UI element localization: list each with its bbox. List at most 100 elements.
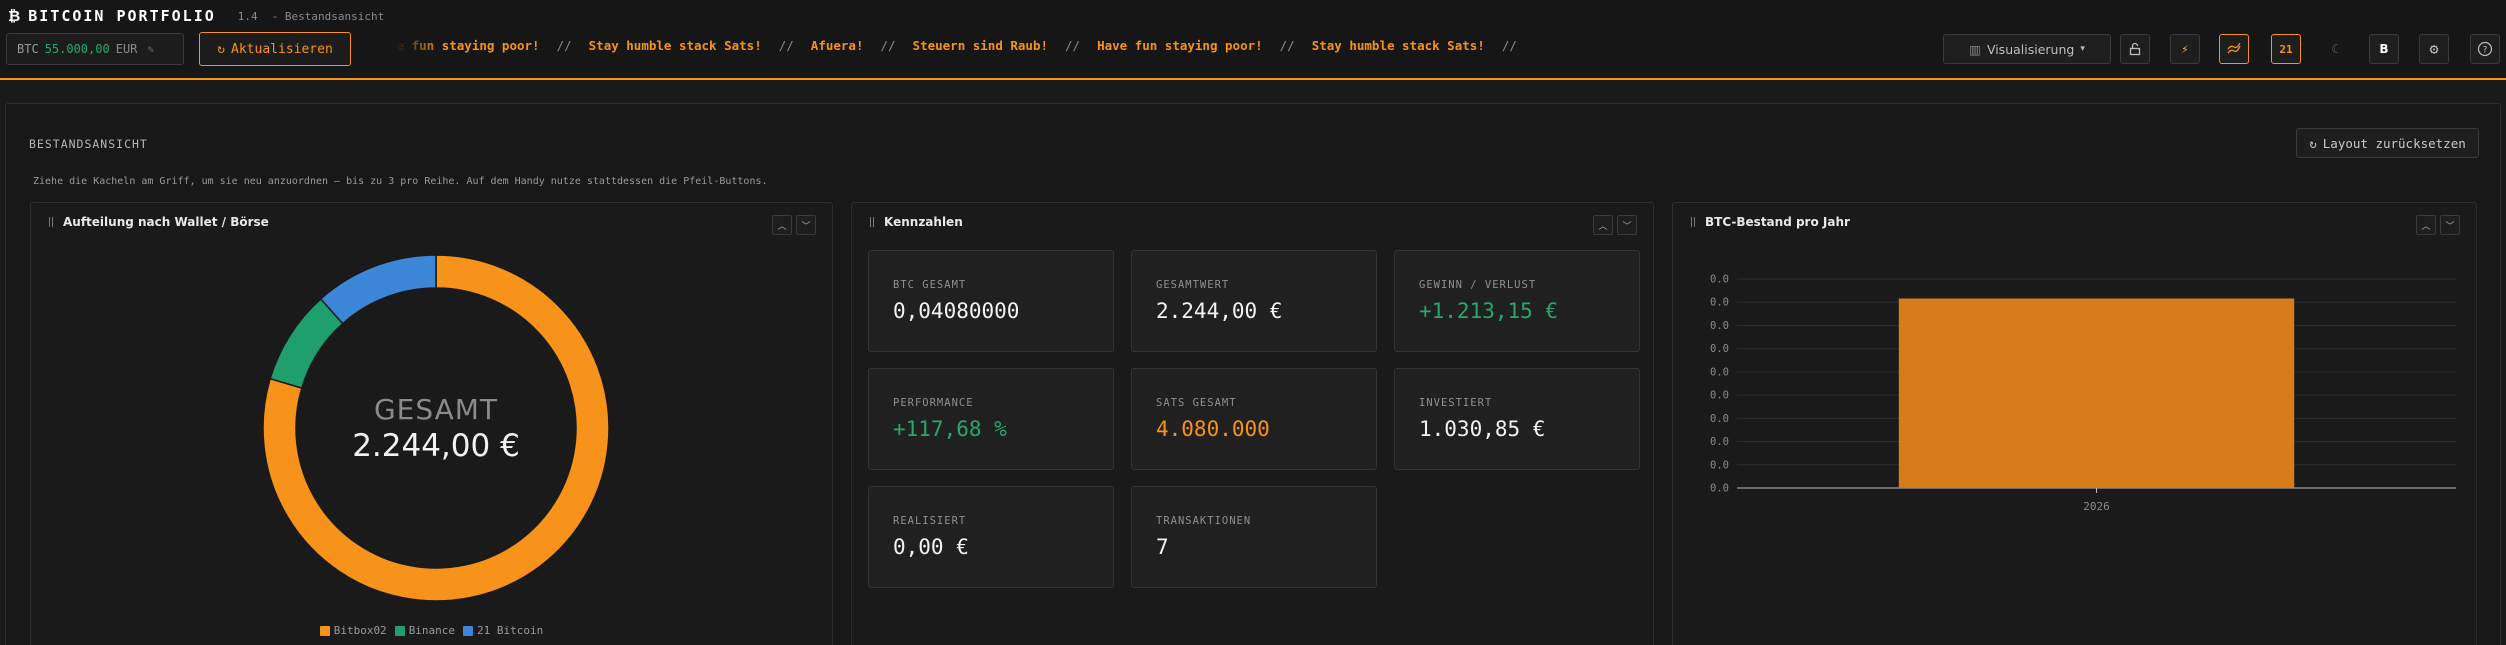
donut-legend: Bitbox02 Binance 21 Bitcoin (31, 624, 832, 637)
kpi-value: 7 (1156, 535, 1169, 559)
reset-layout-button[interactable]: ↻ Layout zurücksetzen (2296, 128, 2479, 158)
help-icon: ? (2477, 41, 2493, 57)
ticker-item: Stay humble stack Sats! (1311, 38, 1485, 53)
main-panel: BESTANDSANSICHT Ziehe die Kacheln am Gri… (5, 103, 2501, 645)
allocation-title: Aufteilung nach Wallet / Börse (63, 215, 269, 229)
y-tick-label: 0.0 (1710, 297, 1729, 309)
lightning-icon: ⚡ (2181, 42, 2189, 56)
reset-icon: ↻ (2309, 135, 2317, 151)
kpi-label: SATS GESAMT (1156, 397, 1237, 409)
move-up-button[interactable]: ︿ (1593, 215, 1613, 235)
x-tick-label: 2026 (2083, 500, 2110, 513)
ticker-separator: // (880, 38, 896, 53)
kpi-tile: INVESTIERT 1.030,85 € (1394, 368, 1640, 470)
settings-button[interactable]: ⚙ (2419, 34, 2449, 64)
price-currency: EUR (115, 42, 138, 56)
y-tick-label: 0.0 (1710, 390, 1729, 402)
kpi-value: +1.213,15 € (1419, 299, 1559, 323)
kpi-label: PERFORMANCE (893, 397, 974, 409)
app-title: BITCOIN PORTFOLIO (28, 7, 216, 25)
drag-handle-icon[interactable] (1691, 217, 1695, 227)
legend-label: Binance (408, 624, 456, 637)
heat-button[interactable] (2219, 34, 2249, 64)
chart-title: BTC-Bestand pro Jahr (1705, 215, 1850, 229)
kpi-title: Kennzahlen (884, 215, 963, 229)
y-tick-label: 0.0 (1710, 483, 1729, 495)
move-up-button[interactable]: ︿ (2416, 215, 2436, 235)
move-down-button[interactable]: ﹀ (1617, 215, 1637, 235)
top-bar: ₿ BITCOIN PORTFOLIO 1.4 - Bestandsansich… (0, 0, 2506, 80)
brand: ₿ BITCOIN PORTFOLIO 1.4 - Bestandsansich… (8, 6, 384, 26)
moon-icon: ☾ (2331, 42, 2339, 56)
card-header: Aufteilung nach Wallet / Börse (31, 203, 832, 241)
section-title: BESTANDSANSICHT (29, 137, 148, 151)
chart-icon: ▥ (1969, 41, 1981, 57)
legend-label: 21 Bitcoin (477, 624, 544, 637)
allocation-card: Aufteilung nach Wallet / Börse ︿ ﹀ GESAM… (30, 202, 833, 645)
ticker-item: Have fun staying poor! (1097, 38, 1263, 53)
move-up-button[interactable]: ︿ (772, 215, 792, 235)
kpi-value: 2.244,00 € (1156, 299, 1283, 323)
refresh-label: Aktualisieren (231, 41, 333, 57)
layout-hint: Ziehe die Kacheln am Griff, um sie neu a… (33, 176, 768, 187)
card-arrows: ︿ ﹀ (772, 215, 816, 235)
help-button[interactable]: ? (2470, 34, 2500, 64)
ticker-separator: // (1279, 38, 1295, 53)
reset-layout-label: Layout zurücksetzen (2322, 135, 2466, 151)
ticker-separator: // (1501, 38, 1517, 53)
refresh-button[interactable]: ↻ Aktualisieren (199, 32, 351, 66)
y-tick-label: 0.0 (1710, 320, 1729, 332)
refresh-icon: ↻ (217, 41, 226, 57)
y-tick-label: 0.0 (1710, 343, 1729, 355)
legend-item: 21 Bitcoin (463, 624, 543, 637)
svg-text:?: ? (2483, 46, 2488, 56)
visualization-label: Visualisierung (1986, 41, 2075, 57)
kpi-label: INVESTIERT (1419, 397, 1493, 409)
ticker-separator: // (778, 38, 794, 53)
move-down-button[interactable]: ﹀ (796, 215, 816, 235)
legend-label: Bitbox02 (333, 624, 387, 637)
current-view-label: - Bestandsansicht (271, 9, 385, 23)
twenty-one-button[interactable]: 21 (2271, 34, 2301, 64)
kpi-label: GEWINN / VERLUST (1419, 279, 1537, 291)
ticker-item: Steuern sind Raub! (912, 38, 1049, 53)
kpi-value: 4.080.000 (1156, 417, 1270, 441)
card-arrows: ︿ ﹀ (2416, 215, 2460, 235)
kpi-tile: GEWINN / VERLUST +1.213,15 € (1394, 250, 1640, 352)
y-tick-label: 0.0 (1710, 366, 1729, 378)
kpi-tile: BTC GESAMT 0,04080000 (868, 250, 1114, 352)
gear-icon: ⚙ (2429, 40, 2439, 58)
kpi-tile: SATS GESAMT 4.080.000 (1131, 368, 1377, 470)
kpi-label: TRANSAKTIONEN (1156, 515, 1252, 527)
kpi-value: 0,04080000 (893, 299, 1020, 323)
btc-per-year-card: BTC-Bestand pro Jahr ︿ ﹀ 0.0 0.0 0.0 0.0 0.0… (1672, 202, 2477, 645)
b-button[interactable]: B (2369, 34, 2399, 64)
visualization-dropdown[interactable]: ▥ Visualisierung ▾ (1943, 34, 2111, 64)
btc-price-field[interactable]: BTC 55.000,00 EUR ✎ (6, 33, 184, 65)
kpi-value: 1.030,85 € (1419, 417, 1546, 441)
kpi-value: 0,00 € (893, 535, 969, 559)
ticker-fade (374, 38, 444, 60)
dark-mode-button[interactable]: ☾ (2320, 34, 2350, 64)
ticker-separator: // (1065, 38, 1081, 53)
legend-swatch (463, 625, 474, 636)
lock-button[interactable] (2120, 34, 2150, 64)
kpi-tile: REALISIERT 0,00 € (868, 486, 1114, 588)
card-header: Kennzahlen (852, 203, 1653, 241)
kpi-label: BTC GESAMT (893, 279, 967, 291)
donut-slice[interactable] (319, 254, 437, 325)
ticker-item: Afuera! (810, 38, 864, 53)
ticker-track: Have fun staying poor! // Stay humble stac… (374, 38, 1524, 53)
btc-per-year-chart: 0.0 0.0 0.0 0.0 0.0 0.0 0.0 0.0 0.0 0.0 2026 (1710, 274, 2456, 513)
ticker: Have fun staying poor! // Stay humble stac… (374, 38, 1524, 60)
pencil-icon[interactable]: ✎ (147, 43, 154, 56)
drag-handle-icon[interactable] (870, 217, 874, 227)
bar[interactable] (1898, 298, 2295, 488)
kpi-tile: TRANSAKTIONEN 7 (1131, 486, 1377, 588)
y-tick-label: 0.0 (1710, 436, 1729, 448)
y-tick-label: 0.0 (1710, 413, 1729, 425)
lightning-button[interactable]: ⚡ (2170, 34, 2200, 64)
move-down-button[interactable]: ﹀ (2440, 215, 2460, 235)
kpi-tile: GESAMTWERT 2.244,00 € (1131, 250, 1377, 352)
drag-handle-icon[interactable] (49, 217, 53, 227)
